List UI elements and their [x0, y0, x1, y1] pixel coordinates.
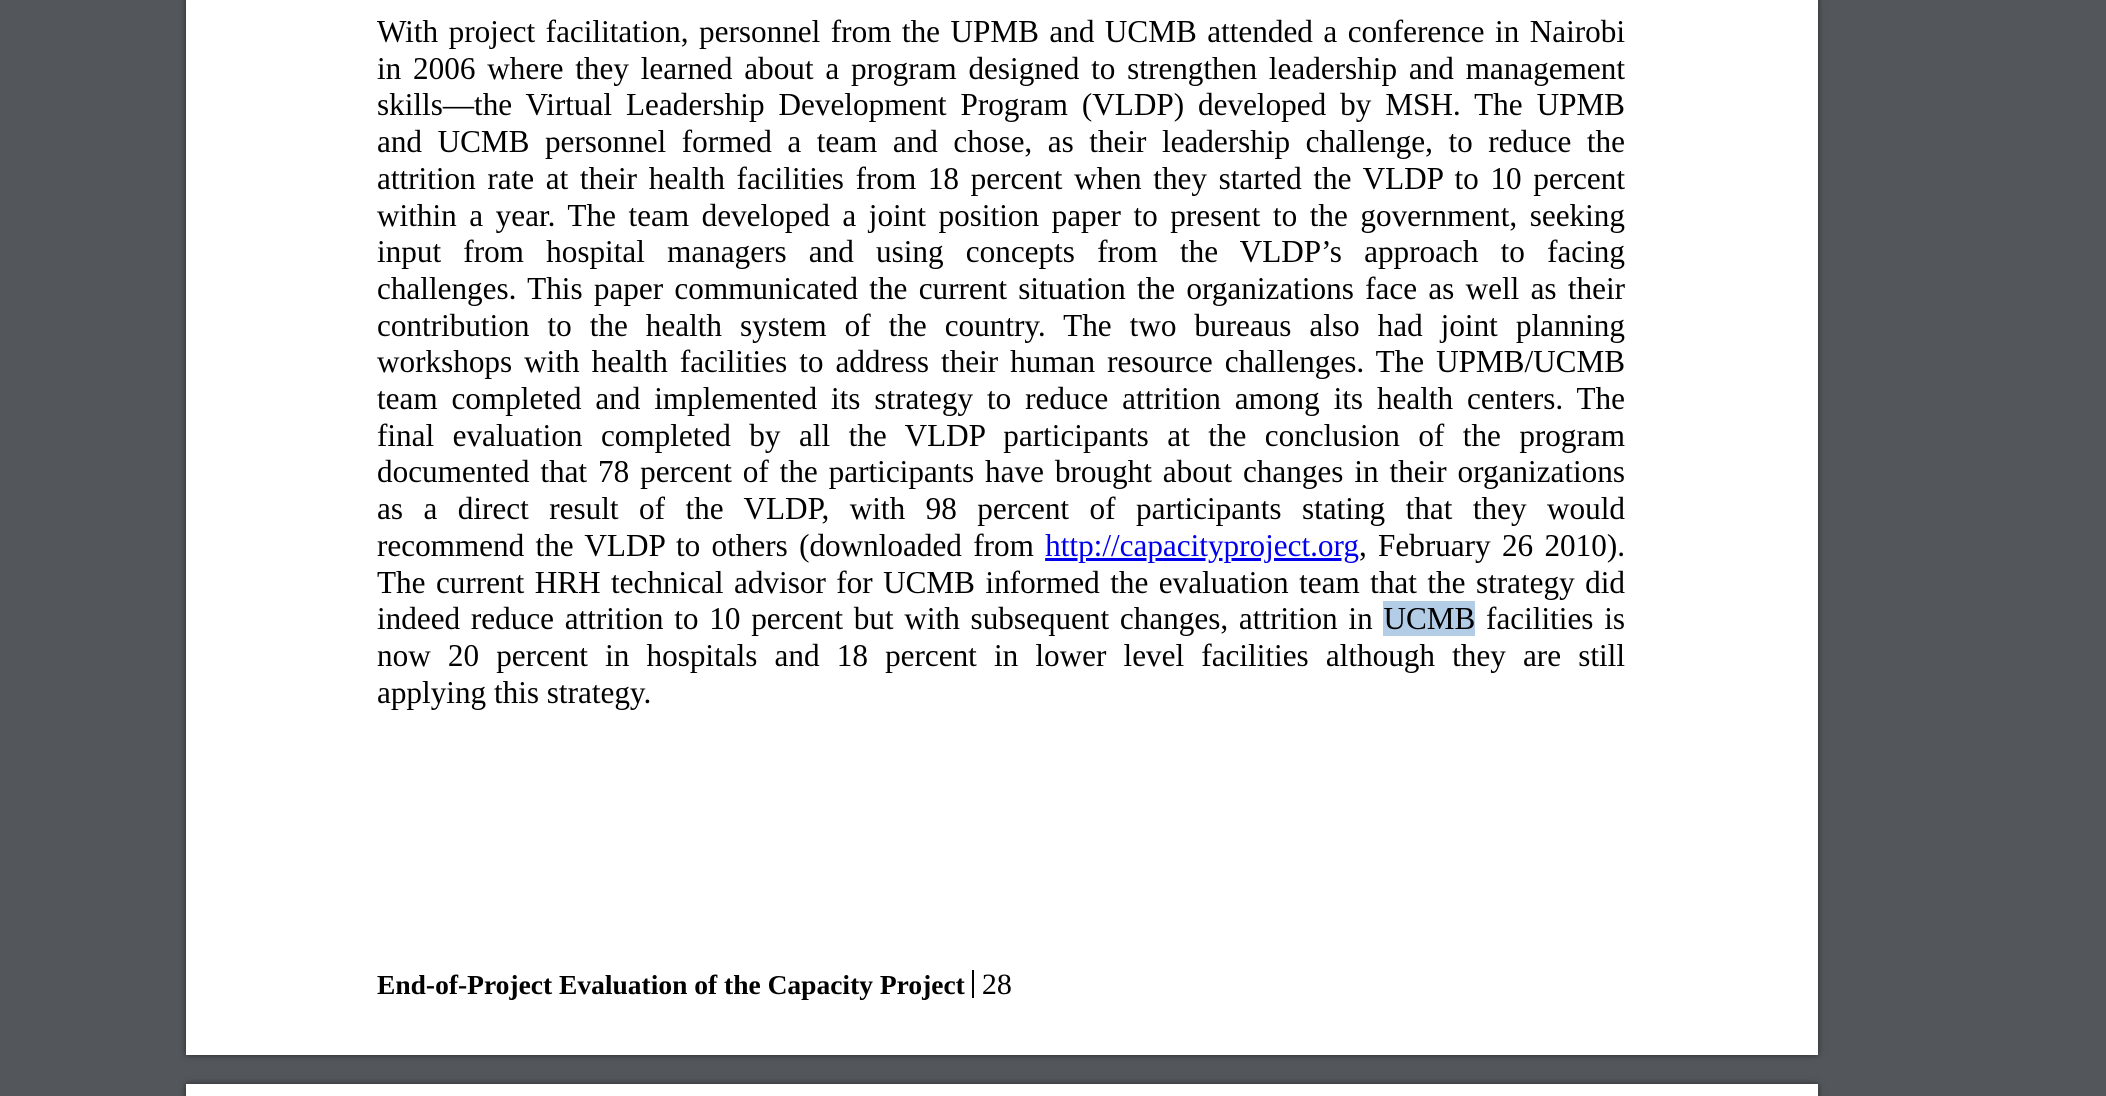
text-line: team completed and implemented its strat…: [377, 381, 1625, 417]
body-paragraph: With project facilitation, personnel fro…: [377, 14, 1625, 711]
footer-title: End-of-Project Evaluation of the Capacit…: [377, 969, 965, 1000]
text-line: and UCMB personnel formed a team and cho…: [377, 124, 1625, 160]
document-page: With project facilitation, personnel fro…: [186, 0, 1818, 1055]
text-line: input from hospital managers and using c…: [377, 234, 1625, 270]
text-line: contribution to the health system of the…: [377, 307, 1625, 343]
next-page: [186, 1084, 1818, 1096]
text-line: recommend the VLDP to others (downloaded…: [377, 528, 1625, 565]
text-line: final evaluation completed by all the VL…: [377, 417, 1625, 453]
text-line: within a year. The team developed a join…: [377, 197, 1625, 233]
page-number: 28: [981, 968, 1012, 1001]
text-line: With project facilitation, personnel fro…: [377, 14, 1625, 49]
text-line: indeed reduce attrition to 10 percent bu…: [377, 601, 1625, 638]
text-line: as a direct result of the VLDP, with 98 …: [377, 491, 1625, 527]
text-fragment: indeed reduce attrition to 10 percent bu…: [377, 601, 1384, 637]
search-highlight[interactable]: UCMB: [1383, 601, 1476, 637]
text-fragment: recommend the VLDP to others (downloaded…: [377, 527, 1046, 563]
pdf-viewer: With project facilitation, personnel fro…: [0, 0, 2106, 1096]
text-fragment: , February 26 2010).: [1358, 527, 1625, 563]
text-line: now 20 percent in hospitals and 18 perce…: [377, 637, 1625, 673]
text-line: attrition rate at their health facilitie…: [377, 160, 1625, 196]
text-line: The current HRH technical advisor for UC…: [377, 564, 1625, 600]
text-line: applying this strategy.: [377, 674, 652, 710]
text-line: in 2006 where they learned about a progr…: [377, 50, 1625, 86]
text-line: skills—the Virtual Leadership Developmen…: [377, 87, 1625, 123]
text-line: challenges. This paper communicated the …: [377, 270, 1625, 306]
text-line: workshops with health facilities to addr…: [377, 344, 1625, 380]
page-footer: End-of-Project Evaluation of the Capacit…: [377, 968, 1012, 1002]
footer-divider: [971, 970, 974, 998]
text-fragment: facilities is: [1475, 601, 1625, 637]
capacityproject-link[interactable]: http://capacityproject.org: [1045, 528, 1359, 563]
text-line: documented that 78 percent of the partic…: [377, 454, 1625, 490]
